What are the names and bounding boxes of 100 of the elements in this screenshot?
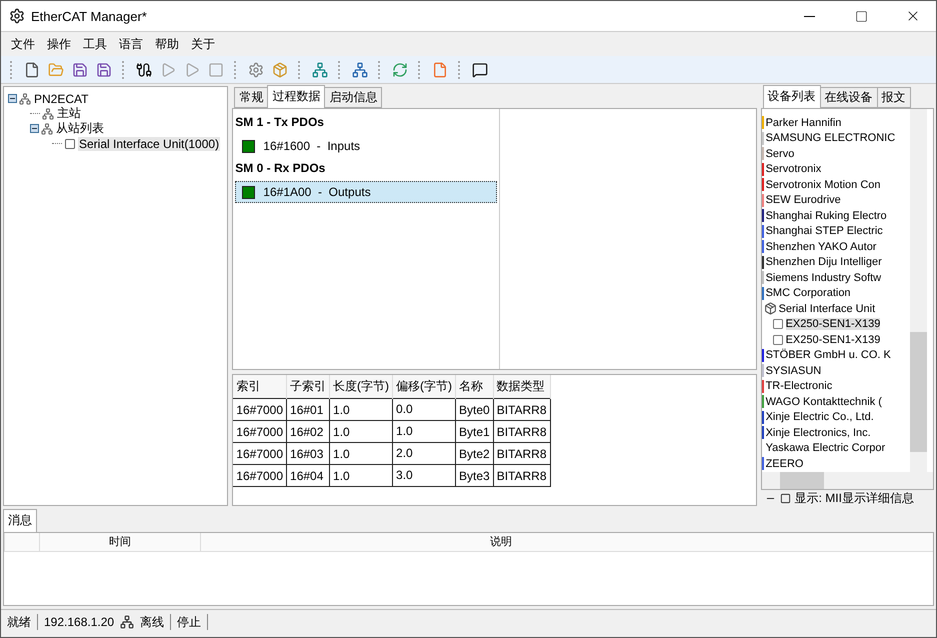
device-list-item[interactable]: EX250-SEN1-X139 <box>786 334 880 346</box>
table-cell: 16#7000 <box>233 420 287 442</box>
menu-item[interactable]: 帮助 <box>149 36 185 52</box>
table-cell: BITARR8 <box>493 420 550 442</box>
device-list-item[interactable]: Siemens Industry Softw <box>766 272 882 284</box>
device-list-item[interactable]: SMC Corporation <box>766 287 851 300</box>
device-list-item[interactable]: Servotronix Motion Con <box>766 178 881 191</box>
tab[interactable]: 在线设备 <box>820 87 878 108</box>
save-icon <box>72 62 88 78</box>
table-cell: 16#02 <box>286 420 330 442</box>
device-list-item[interactable]: Xinje Electronics, Inc. <box>766 426 871 439</box>
device-list-item[interactable]: Parker Hannifin <box>766 116 842 129</box>
node-icon <box>41 122 53 134</box>
horizontal-scrollbar[interactable] <box>762 472 934 488</box>
open-folder-icon <box>48 62 64 78</box>
connect-icon <box>136 62 152 78</box>
tree-item[interactable]: PN2ECAT <box>33 92 90 106</box>
table-cell: 16#04 <box>286 464 330 486</box>
export-file-icon <box>432 62 448 78</box>
device-list-item[interactable]: Servo <box>766 148 794 160</box>
device-list-item[interactable]: EX250-SEN1-X139 <box>786 318 880 330</box>
cube-icon <box>764 302 777 316</box>
play-outline-icon <box>160 62 176 78</box>
network-icon <box>312 62 328 78</box>
column-header[interactable]: 偏移(字节) <box>392 375 456 398</box>
device-list-item[interactable]: Servotronix <box>766 163 822 176</box>
device-list-item[interactable]: TR-Electronic <box>766 380 832 392</box>
table-cell: Byte3 <box>456 464 494 486</box>
table-cell: 16#7000 <box>233 442 287 464</box>
vertical-scrollbar[interactable] <box>910 109 927 472</box>
run-status: 停止 <box>171 614 208 630</box>
menu-item[interactable]: 语言 <box>113 36 149 52</box>
column-header[interactable]: 名称 <box>456 375 494 398</box>
connection-status: 离线 <box>134 614 172 630</box>
table-cell: BITARR8 <box>493 398 550 420</box>
device-list-item[interactable]: STÖBER GmbH u. CO. K <box>766 349 891 362</box>
collapse-icon[interactable] <box>8 94 17 103</box>
tab[interactable]: 常规 <box>234 87 268 108</box>
table-cell: Byte1 <box>456 420 494 442</box>
device-list-item[interactable]: WAGO Kontakttechnik ( <box>766 396 882 408</box>
new-file-icon <box>24 62 40 78</box>
window-title: EtherCAT Manager* <box>31 8 148 24</box>
pdo-heading: SM 1 - Tx PDOs <box>235 114 325 131</box>
device-list-item[interactable]: Yaskawa Electric Corpor <box>766 442 886 454</box>
stop-icon <box>208 62 224 78</box>
device-list-item[interactable]: Xinje Electric Co., Ltd. <box>766 411 874 424</box>
menu-item[interactable]: 文件 <box>5 36 41 52</box>
tab[interactable]: 设备列表 <box>762 85 821 108</box>
node-icon <box>42 108 54 120</box>
table-cell: 1.0 <box>330 442 393 464</box>
pdo-label: 16#1600 - Inputs <box>263 139 360 153</box>
menu-item[interactable]: 关于 <box>185 36 221 52</box>
device-list-item[interactable]: SEW Eurodrive <box>766 194 841 206</box>
table-cell: 1.0 <box>330 398 393 420</box>
menu-item[interactable]: 工具 <box>77 36 113 52</box>
device-list-item[interactable]: SAMSUNG ELECTRONIC <box>766 132 896 144</box>
column-header[interactable]: 时间 <box>39 533 200 551</box>
save-as-icon <box>96 62 112 78</box>
tab[interactable]: 过程数据 <box>267 85 326 108</box>
column-header[interactable]: 长度(字节) <box>330 375 393 398</box>
device-icon <box>772 334 784 346</box>
details-label: 显示: MII显示详细信息 <box>794 490 914 506</box>
table-cell: 16#01 <box>286 398 330 420</box>
menu-item[interactable]: 操作 <box>41 36 77 52</box>
tab[interactable]: 消息 <box>3 509 37 532</box>
device-list-item[interactable]: Shenzhen YAKO Autor <box>766 240 876 253</box>
ip-address: 192.168.1.20 <box>43 614 116 630</box>
device-list-item[interactable]: ZEERO <box>766 458 804 470</box>
device-icon <box>64 138 76 150</box>
tree-item[interactable]: Serial Interface Unit(1000) <box>78 136 220 150</box>
device-list-item[interactable]: SYSIASUN <box>766 364 822 377</box>
table-cell: Byte2 <box>456 442 494 464</box>
pdo-item[interactable]: 16#1A00 - Outputs <box>235 181 498 203</box>
settings-icon <box>248 62 264 78</box>
device-list-item[interactable]: Shanghai Ruking Electro <box>766 210 887 222</box>
network-icon <box>120 615 134 629</box>
node-icon <box>19 92 31 104</box>
tree-item[interactable]: 从站列表 <box>55 120 105 137</box>
refresh-icon <box>392 62 408 78</box>
table-cell: 16#7000 <box>233 464 287 486</box>
column-header[interactable]: 说明 <box>200 533 801 551</box>
device-list-item[interactable]: Shanghai STEP Electric <box>766 225 883 238</box>
device-icon <box>772 318 784 330</box>
status-text: 就绪 <box>1 614 38 630</box>
table-cell: 0.0 <box>392 398 456 420</box>
table-cell: BITARR8 <box>493 464 550 486</box>
pdo-item[interactable]: 16#1600 - Inputs <box>235 135 498 157</box>
tab[interactable]: 启动信息 <box>324 87 382 108</box>
column-header[interactable]: 索引 <box>233 375 287 398</box>
table-cell: 1.0 <box>330 464 393 486</box>
column-header[interactable]: 子索引 <box>286 375 330 398</box>
collapse-icon[interactable] <box>30 124 39 133</box>
tab[interactable]: 报文 <box>876 87 911 108</box>
pdo-heading: SM 0 - Rx PDOs <box>235 160 326 177</box>
pdo-label: 16#1A00 - Outputs <box>263 185 371 199</box>
device-list-item[interactable]: Shenzhen Diju Intelliger <box>766 256 882 268</box>
table-cell: 3.0 <box>392 464 456 486</box>
column-header[interactable]: 数据类型 <box>493 375 550 398</box>
device-list-item[interactable]: Serial Interface Unit <box>778 302 876 315</box>
tree-item[interactable]: 主站 <box>56 105 82 122</box>
